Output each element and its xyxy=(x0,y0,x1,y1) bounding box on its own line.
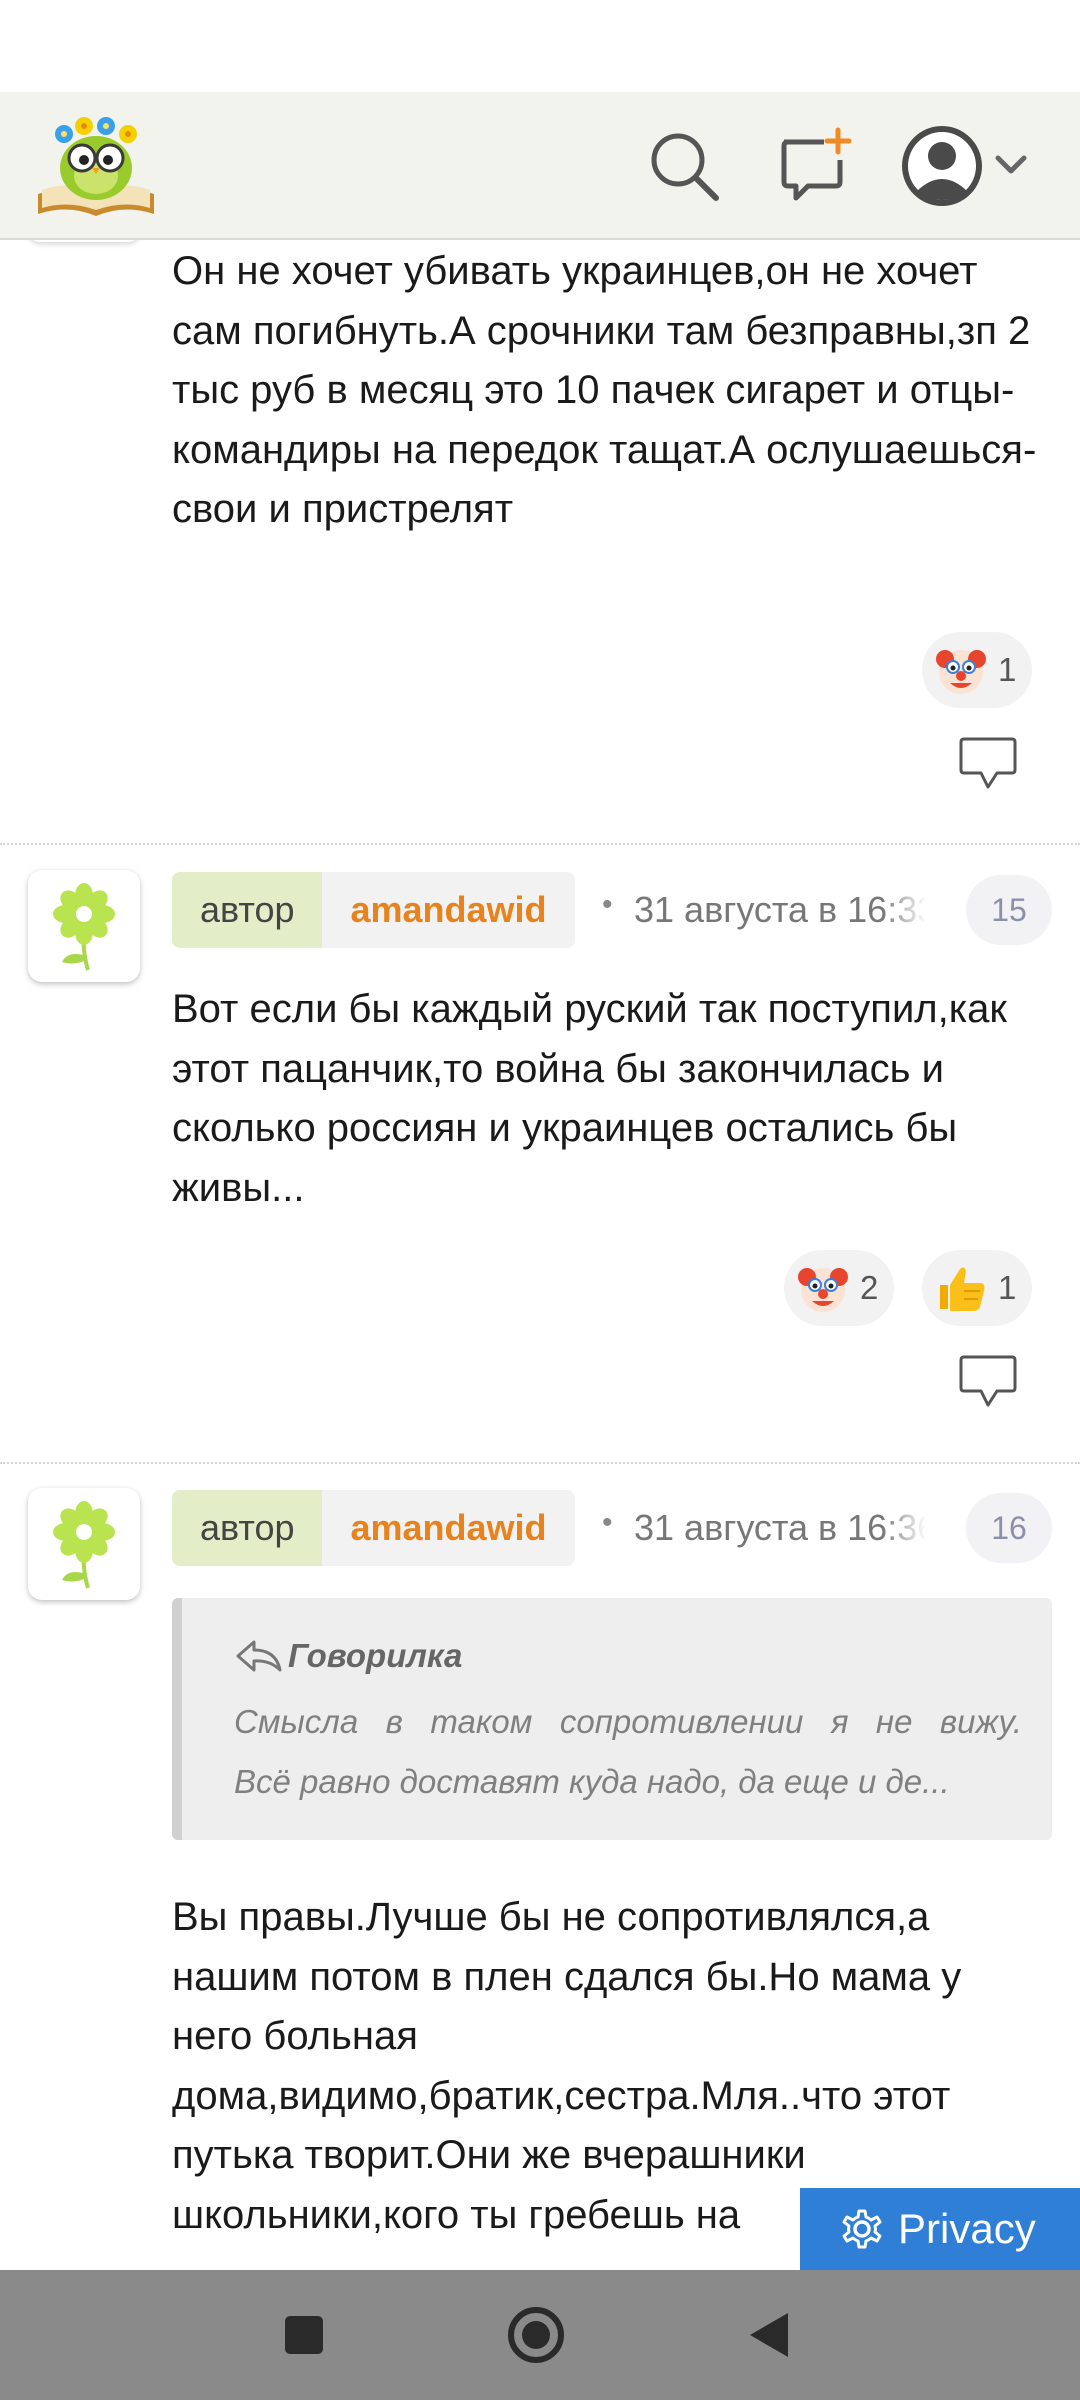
avatar[interactable] xyxy=(28,870,140,982)
owl-logo-icon[interactable] xyxy=(34,110,158,222)
author-name-link[interactable]: amandawid xyxy=(322,1490,575,1566)
back-triangle-icon[interactable] xyxy=(738,2303,802,2367)
thumbs-up-icon xyxy=(940,1267,985,1311)
comments-list: Он не хочет убивать украинцев,он не хоче… xyxy=(0,240,1080,2270)
comment-divider xyxy=(0,843,1080,845)
quote-text: Смысла в таком сопротивлении я не вижу. … xyxy=(234,1692,1022,1812)
gear-icon xyxy=(842,2209,882,2249)
author-role-label: автор xyxy=(172,872,323,948)
site-header xyxy=(0,92,1080,240)
reaction-count: 1 xyxy=(998,1269,1017,1306)
comment-text: Вот если бы каждый руский так поступил,к… xyxy=(172,987,1007,1210)
reaction-clown[interactable]: 1 xyxy=(922,632,1033,708)
reply-icon[interactable] xyxy=(957,1354,1019,1410)
quote-author-name: Говорилка xyxy=(288,1637,463,1674)
comment-date[interactable]: 31 августа в 16:36 xyxy=(634,1507,926,1549)
privacy-label: Privacy xyxy=(898,2205,1036,2252)
reply-icon[interactable] xyxy=(957,736,1019,792)
reaction-count: 1 xyxy=(998,651,1017,688)
clown-face-icon xyxy=(798,1268,848,1312)
author-badge[interactable]: автор amandawid xyxy=(172,872,575,948)
search-icon[interactable] xyxy=(644,126,724,206)
avatar[interactable] xyxy=(28,1488,140,1600)
flower-avatar-icon xyxy=(53,1501,115,1589)
quoted-reply[interactable]: Говорилка Смысла в таком сопротивлении я… xyxy=(172,1598,1052,1840)
author-badge[interactable]: автор amandawid xyxy=(172,1490,575,1566)
quote-line-2: Всё равно доставят куда надо, да еще и д… xyxy=(234,1763,950,1800)
reaction-clown[interactable]: 2 xyxy=(784,1250,895,1326)
flower-avatar-icon xyxy=(53,883,115,971)
comment-number[interactable]: 15 xyxy=(966,875,1052,945)
meta-separator: • xyxy=(602,888,613,921)
status-bar xyxy=(0,0,1080,92)
system-nav-bar xyxy=(0,2270,1080,2400)
profile-menu-button[interactable] xyxy=(898,120,1038,212)
meta-separator: • xyxy=(602,1506,613,1539)
recents-square-icon[interactable] xyxy=(272,2303,336,2367)
home-circle-icon[interactable] xyxy=(504,2303,568,2367)
comment-number[interactable]: 16 xyxy=(966,1493,1052,1563)
reply-arrow-icon xyxy=(236,1640,282,1672)
quote-line-1: Смысла в таком сопротивлении я не вижу. xyxy=(234,1703,1022,1740)
reaction-count: 2 xyxy=(860,1269,879,1306)
author-name-link[interactable]: amandawid xyxy=(322,872,575,948)
reaction-thumbs-up[interactable]: 1 xyxy=(922,1250,1033,1326)
comment-date[interactable]: 31 августа в 16:33 xyxy=(634,889,926,931)
avatar xyxy=(28,240,140,242)
author-role-label: автор xyxy=(172,1490,323,1566)
clown-face-icon xyxy=(936,650,986,694)
new-message-icon[interactable] xyxy=(774,126,854,206)
quote-author: Говорилка xyxy=(234,1636,462,1676)
comment-text: Он не хочет убивать украинцев,он не хоче… xyxy=(172,249,1037,531)
privacy-button[interactable]: Privacy xyxy=(800,2188,1080,2270)
comment-divider xyxy=(0,1462,1080,1464)
